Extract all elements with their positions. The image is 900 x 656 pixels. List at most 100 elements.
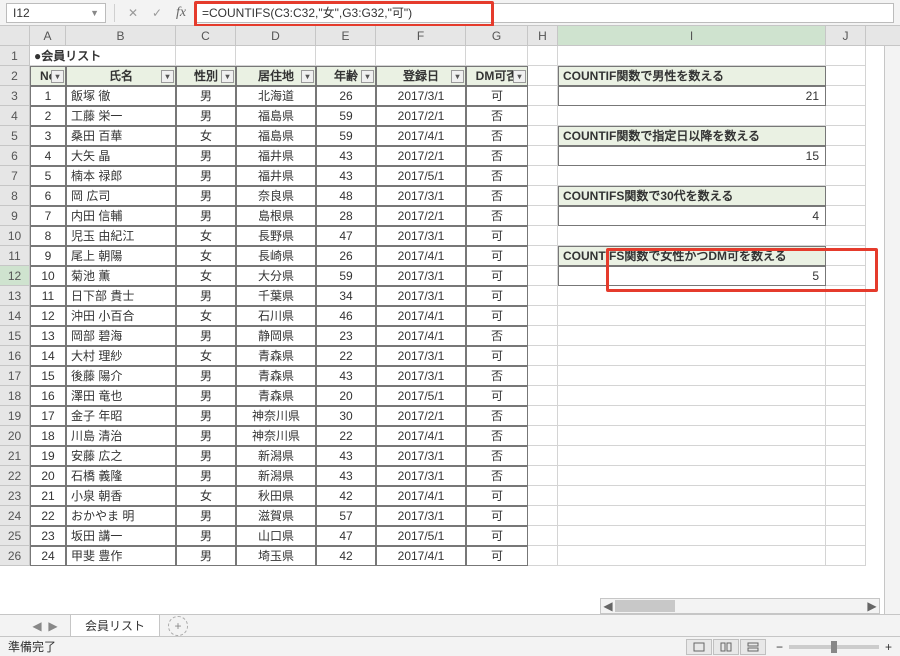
add-sheet-button[interactable]: + <box>168 616 188 636</box>
cell-blank[interactable] <box>528 226 558 246</box>
scroll-left-icon[interactable]: ◀ <box>601 599 615 613</box>
cell-date[interactable]: 2017/3/1 <box>376 186 466 206</box>
row-header-14[interactable]: 14 <box>0 306 30 326</box>
cell-name[interactable]: 菊池 薫 <box>66 266 176 286</box>
row-header-12[interactable]: 12 <box>0 266 30 286</box>
cell-area[interactable]: 秋田県 <box>236 486 316 506</box>
cell-name[interactable]: 澤田 竜也 <box>66 386 176 406</box>
cell-age[interactable]: 43 <box>316 466 376 486</box>
cell-blank[interactable] <box>558 326 826 346</box>
cell-no[interactable]: 2 <box>30 106 66 126</box>
col-J[interactable]: J <box>826 26 866 45</box>
side-b4-label[interactable]: COUNTIFS関数で女性かつDM可を数える <box>558 246 826 266</box>
row-header-24[interactable]: 24 <box>0 506 30 526</box>
filter-dropdown-icon[interactable]: ▾ <box>161 70 174 83</box>
name-box[interactable]: I12 ▼ <box>6 3 106 23</box>
cell-no[interactable]: 8 <box>30 226 66 246</box>
scroll-thumb[interactable] <box>615 600 675 612</box>
cell-area[interactable]: 千葉県 <box>236 286 316 306</box>
cell-dm[interactable]: 可 <box>466 306 528 326</box>
cell-area[interactable]: 北海道 <box>236 86 316 106</box>
cell-blank[interactable] <box>528 506 558 526</box>
cell-area[interactable]: 奈良県 <box>236 186 316 206</box>
col-A[interactable]: A <box>30 26 66 45</box>
filter-dropdown-icon[interactable]: ▾ <box>451 70 464 83</box>
cell-sex[interactable]: 男 <box>176 286 236 306</box>
cell-blank[interactable] <box>826 286 866 306</box>
cell-blank[interactable] <box>528 366 558 386</box>
cell-blank[interactable] <box>66 46 176 66</box>
cell-date[interactable]: 2017/3/1 <box>376 226 466 246</box>
cell-age[interactable]: 43 <box>316 166 376 186</box>
cell-name[interactable]: 工藤 栄一 <box>66 106 176 126</box>
cell-age[interactable]: 34 <box>316 286 376 306</box>
col-D[interactable]: D <box>236 26 316 45</box>
cell-sex[interactable]: 男 <box>176 86 236 106</box>
cell-dm[interactable]: 可 <box>466 546 528 566</box>
cell-date[interactable]: 2017/4/1 <box>376 546 466 566</box>
row-header-13[interactable]: 13 <box>0 286 30 306</box>
cell-blank[interactable] <box>528 426 558 446</box>
zoom-out-button[interactable]: − <box>776 640 783 654</box>
cell-sex[interactable]: 女 <box>176 306 236 326</box>
cell-blank[interactable] <box>528 46 558 66</box>
cell-area[interactable]: 長野県 <box>236 226 316 246</box>
cell-blank[interactable] <box>826 226 866 246</box>
cell-blank[interactable] <box>528 386 558 406</box>
cell-no[interactable]: 17 <box>30 406 66 426</box>
cell-area[interactable]: 新潟県 <box>236 466 316 486</box>
cell-age[interactable]: 47 <box>316 526 376 546</box>
view-normal-button[interactable] <box>686 639 712 655</box>
row-header-1[interactable]: 1 <box>0 46 30 66</box>
vertical-scrollbar[interactable] <box>884 46 900 620</box>
cell-area[interactable]: 滋賀県 <box>236 506 316 526</box>
row-header-7[interactable]: 7 <box>0 166 30 186</box>
col-B[interactable]: B <box>66 26 176 45</box>
col-E[interactable]: E <box>316 26 376 45</box>
filter-dropdown-icon[interactable]: ▾ <box>361 70 374 83</box>
cell-area[interactable]: 福島県 <box>236 126 316 146</box>
cell-blank[interactable] <box>558 446 826 466</box>
cell-blank[interactable] <box>558 226 826 246</box>
cell-date[interactable]: 2017/5/1 <box>376 526 466 546</box>
cell-sex[interactable]: 男 <box>176 466 236 486</box>
cell-area[interactable]: 静岡県 <box>236 326 316 346</box>
cell-sex[interactable]: 男 <box>176 206 236 226</box>
cell-blank[interactable] <box>826 146 866 166</box>
cell-dm[interactable]: 否 <box>466 126 528 146</box>
cell-blank[interactable] <box>376 46 466 66</box>
cell-blank[interactable] <box>826 546 866 566</box>
cell-blank[interactable] <box>826 246 866 266</box>
cell-area[interactable]: 福井県 <box>236 146 316 166</box>
view-pagebreak-button[interactable] <box>740 639 766 655</box>
row-header-5[interactable]: 5 <box>0 126 30 146</box>
cell-blank[interactable] <box>558 106 826 126</box>
cell-name[interactable]: 坂田 講一 <box>66 526 176 546</box>
cell-area[interactable]: 神奈川県 <box>236 406 316 426</box>
zoom-slider[interactable] <box>789 645 879 649</box>
cell-blank[interactable] <box>528 446 558 466</box>
cell-dm[interactable]: 否 <box>466 326 528 346</box>
cell-dm[interactable]: 否 <box>466 166 528 186</box>
cell-age[interactable]: 22 <box>316 346 376 366</box>
cell-blank[interactable] <box>826 166 866 186</box>
cell-dm[interactable]: 否 <box>466 426 528 446</box>
side-b1-val[interactable]: 21 <box>558 86 826 106</box>
cell-no[interactable]: 22 <box>30 506 66 526</box>
cell-area[interactable]: 福島県 <box>236 106 316 126</box>
cell-date[interactable]: 2017/4/1 <box>376 126 466 146</box>
scroll-right-icon[interactable]: ▶ <box>865 599 879 613</box>
row-header-4[interactable]: 4 <box>0 106 30 126</box>
cell-date[interactable]: 2017/2/1 <box>376 106 466 126</box>
cell-blank[interactable] <box>826 66 866 86</box>
cell-dm[interactable]: 可 <box>466 486 528 506</box>
cell-no[interactable]: 13 <box>30 326 66 346</box>
cell-no[interactable]: 23 <box>30 526 66 546</box>
cell-name[interactable]: 小泉 朝香 <box>66 486 176 506</box>
cell-sex[interactable]: 女 <box>176 246 236 266</box>
cell-no[interactable]: 24 <box>30 546 66 566</box>
row-header-16[interactable]: 16 <box>0 346 30 366</box>
view-layout-button[interactable] <box>713 639 739 655</box>
cell-age[interactable]: 46 <box>316 306 376 326</box>
th-age[interactable]: 年齢▾ <box>316 66 376 86</box>
